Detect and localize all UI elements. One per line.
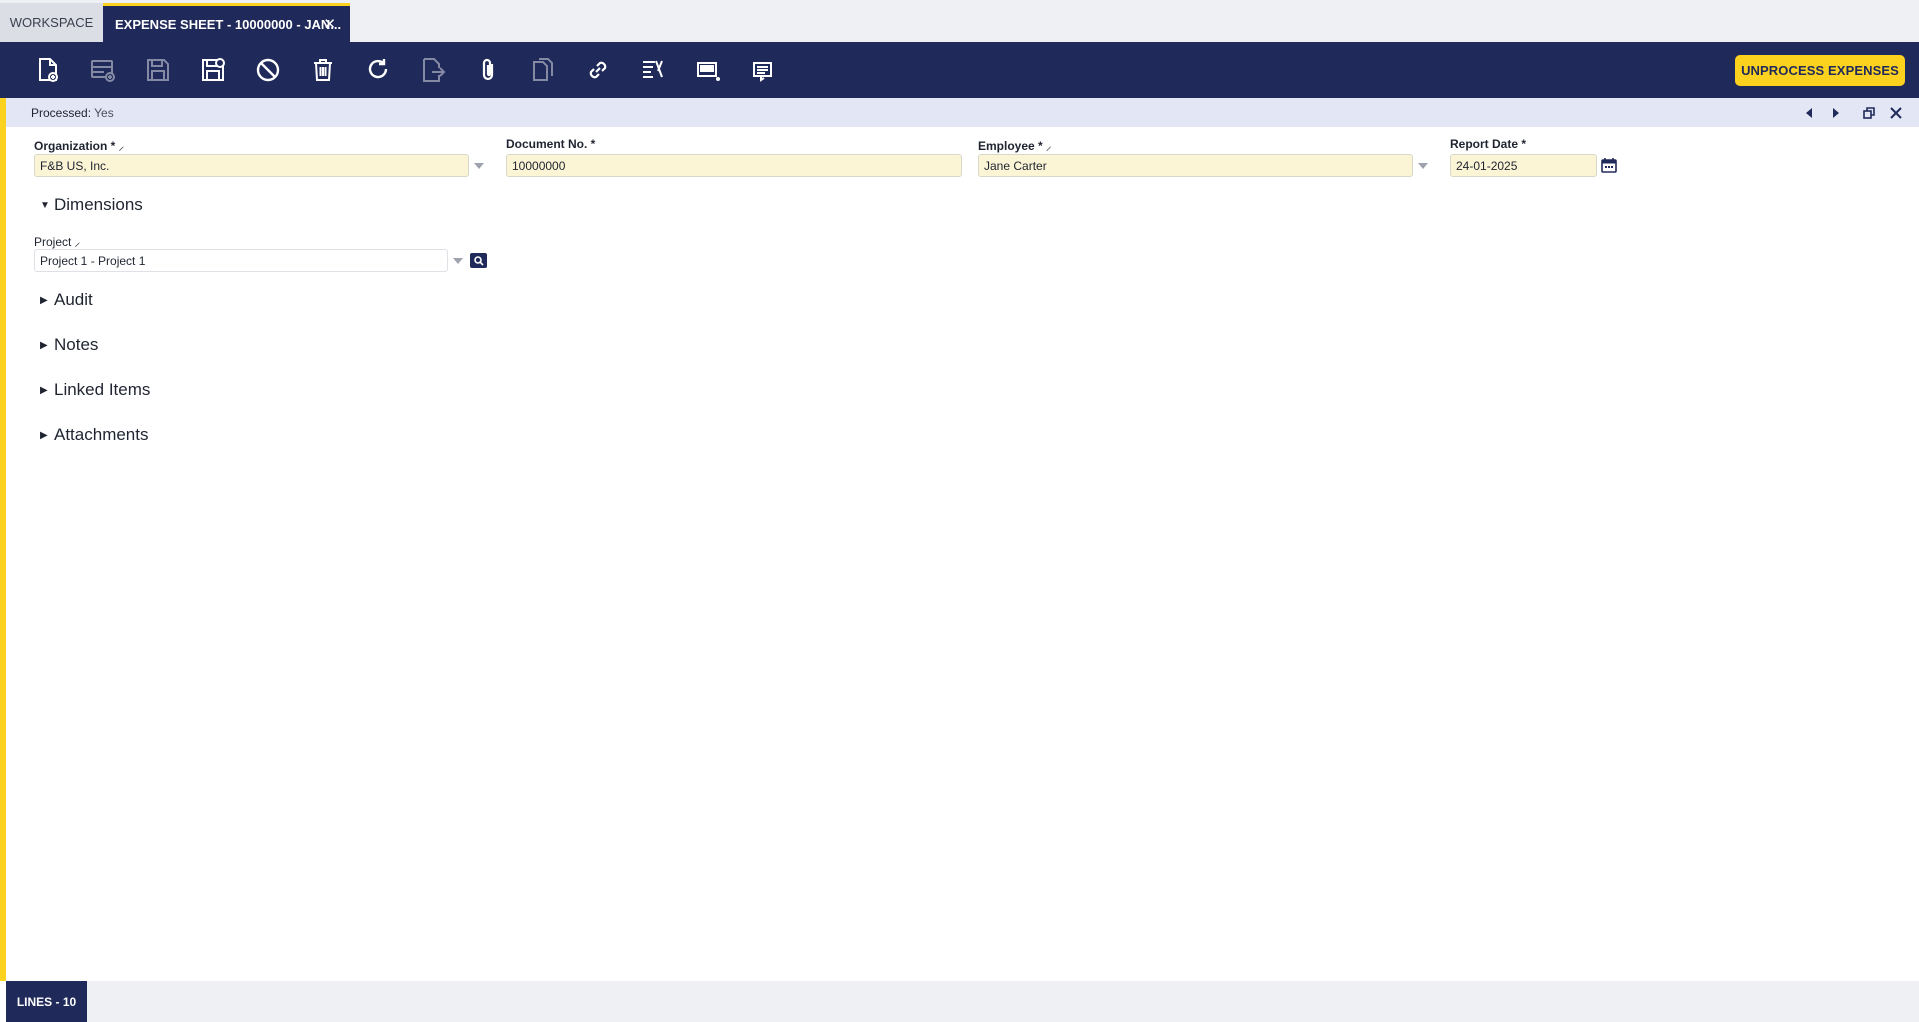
tab-lines[interactable]: LINES - 10 [6, 981, 87, 1022]
report-date-field[interactable]: 24-01-2025 [1450, 154, 1597, 177]
report-date-label: Report Date * [1450, 137, 1527, 151]
new-document-icon [39, 58, 58, 82]
delete-button[interactable] [306, 53, 340, 87]
save-button[interactable] [141, 53, 175, 87]
calendar-icon[interactable] [1601, 157, 1617, 173]
tab-bar: WORKSPACE EXPENSE SHEET - 10000000 - JAN… [0, 0, 1919, 42]
new-row-icon [91, 60, 115, 82]
copy-record-button[interactable] [526, 53, 560, 87]
section-notes-title: Notes [54, 335, 99, 354]
employee-label-text: Employee * [978, 139, 1043, 153]
copy-record-icon [533, 58, 553, 81]
audit-trail-icon [643, 60, 663, 78]
grid-view-icon [697, 62, 720, 81]
link-button[interactable] [581, 53, 615, 87]
save-and-close-icon [202, 58, 225, 81]
caret-down-icon: ▼ [40, 199, 50, 211]
organization-label-text: Organization * [34, 139, 116, 153]
organization-dropdown-icon[interactable] [474, 163, 484, 169]
new-row-button[interactable] [86, 53, 120, 87]
close-tab-icon[interactable]: ✕ [323, 15, 336, 33]
cancel-icon [256, 58, 280, 82]
export-icon [423, 58, 446, 82]
processed-status: Processed: Yes [31, 106, 114, 120]
section-attachments-title: Attachments [54, 425, 149, 444]
project-label: Project ⸝ [34, 233, 80, 250]
next-record-icon[interactable] [1828, 105, 1844, 121]
caret-right-icon: ▶ [40, 294, 48, 306]
audit-trail-button[interactable] [636, 53, 670, 87]
processed-label: Processed: [31, 106, 92, 120]
section-attachments[interactable]: ▶ Attachments [40, 425, 149, 445]
caret-right-icon: ▶ [40, 339, 48, 351]
section-audit-title: Audit [54, 290, 93, 309]
pin-icon[interactable]: ⸝ [1046, 139, 1052, 153]
status-bar: Processed: Yes [6, 98, 1919, 127]
unprocess-expenses-button[interactable]: UNPROCESS EXPENSES [1735, 55, 1905, 86]
section-dimensions[interactable]: ▼ Dimensions [40, 195, 143, 215]
section-linked-items-title: Linked Items [54, 380, 151, 399]
new-document-button[interactable] [31, 53, 65, 87]
tab-expense-sheet[interactable]: EXPENSE SHEET - 10000000 - JAN... ✕ [103, 3, 350, 42]
project-search-icon[interactable] [470, 253, 487, 268]
pin-icon[interactable]: ⸝ [118, 139, 124, 153]
previous-record-icon[interactable] [1801, 105, 1817, 121]
print-button[interactable] [746, 53, 780, 87]
grid-view-button[interactable] [691, 53, 725, 87]
attachment-button[interactable] [471, 53, 505, 87]
cancel-button[interactable] [251, 53, 285, 87]
close-form-icon[interactable] [1888, 105, 1904, 121]
organization-field[interactable]: F&B US, Inc. [34, 154, 469, 177]
project-label-text: Project [34, 235, 72, 249]
document-no-field[interactable]: 10000000 [506, 154, 962, 177]
employee-label: Employee * ⸝ [978, 137, 1052, 154]
attachment-icon [482, 58, 494, 81]
section-notes[interactable]: ▶ Notes [40, 335, 98, 355]
organization-label: Organization * ⸝ [34, 137, 124, 154]
toolbar: UNPROCESS EXPENSES [0, 42, 1919, 98]
caret-right-icon: ▶ [40, 384, 48, 396]
refresh-icon [368, 59, 388, 79]
pin-icon[interactable]: ⸝ [74, 235, 80, 249]
section-linked-items[interactable]: ▶ Linked Items [40, 380, 150, 400]
export-button[interactable] [416, 53, 450, 87]
employee-dropdown-icon[interactable] [1418, 163, 1428, 169]
print-icon [753, 62, 772, 82]
link-icon [589, 61, 607, 79]
processed-value: Yes [94, 106, 114, 120]
form-edit-indicator [0, 98, 6, 981]
section-audit[interactable]: ▶ Audit [40, 290, 93, 310]
restore-window-icon[interactable] [1861, 105, 1877, 121]
refresh-button[interactable] [361, 53, 395, 87]
save-and-close-button[interactable] [196, 53, 230, 87]
document-no-label: Document No. * [506, 137, 596, 151]
project-field[interactable]: Project 1 - Project 1 [34, 249, 448, 272]
save-icon [147, 59, 169, 81]
child-tab-bar [6, 981, 1919, 1022]
employee-field[interactable]: Jane Carter [978, 154, 1413, 177]
section-dimensions-title: Dimensions [54, 195, 143, 214]
delete-icon [314, 59, 332, 81]
project-dropdown-icon[interactable] [453, 258, 463, 264]
caret-right-icon: ▶ [40, 429, 48, 441]
tab-workspace[interactable]: WORKSPACE [0, 3, 103, 42]
tab-expense-sheet-label: EXPENSE SHEET - 10000000 - JAN... [115, 16, 342, 32]
